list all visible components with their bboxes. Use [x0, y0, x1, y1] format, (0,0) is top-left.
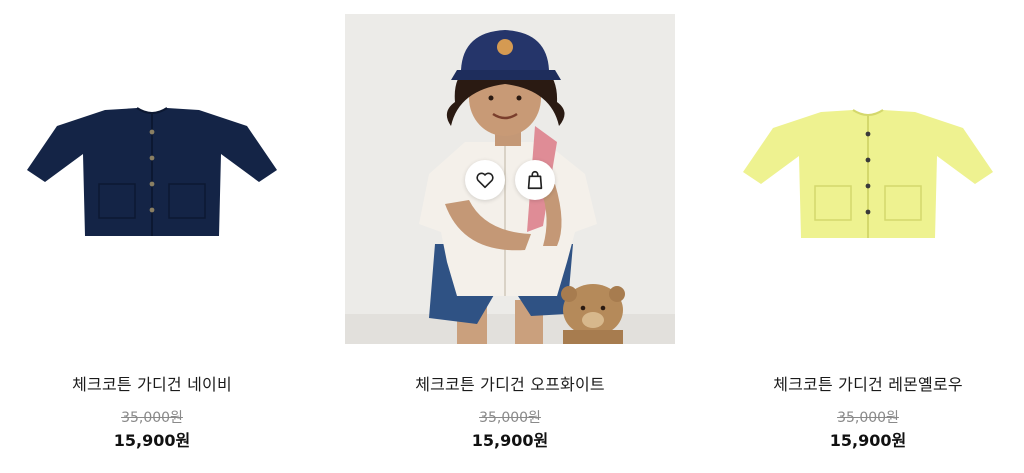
product-card-offwhite[interactable]: 체크코튼 가디건 오프화이트 35,000원 15,900원	[345, 14, 675, 464]
sale-price: 15,900원	[829, 431, 907, 450]
original-price: 35,000원	[121, 410, 183, 426]
shopping-bag-icon	[527, 170, 543, 190]
add-to-cart-button[interactable]	[515, 160, 555, 200]
product-card-navy[interactable]: 체크코튼 가디건 네이비 35,000원 15,900원	[0, 14, 317, 464]
product-name[interactable]: 체크코튼 가디건 오프화이트	[345, 371, 675, 395]
product-image-lemon-cardigan[interactable]	[703, 14, 1024, 344]
sale-price: 15,900원	[113, 431, 191, 450]
heart-icon	[476, 172, 494, 189]
original-price: 35,000원	[479, 410, 541, 426]
original-price: 35,000원	[837, 410, 899, 426]
wishlist-button[interactable]	[465, 160, 505, 200]
product-image-child-model[interactable]	[345, 14, 675, 344]
product-card-lemon[interactable]: 체크코튼 가디건 레몬옐로우 35,000원 15,900원	[703, 14, 1024, 464]
product-image-navy-cardigan[interactable]	[0, 14, 317, 344]
product-name[interactable]: 체크코튼 가디건 레몬옐로우	[703, 371, 1024, 395]
product-name[interactable]: 체크코튼 가디건 네이비	[0, 371, 317, 395]
sale-price: 15,900원	[471, 431, 549, 450]
